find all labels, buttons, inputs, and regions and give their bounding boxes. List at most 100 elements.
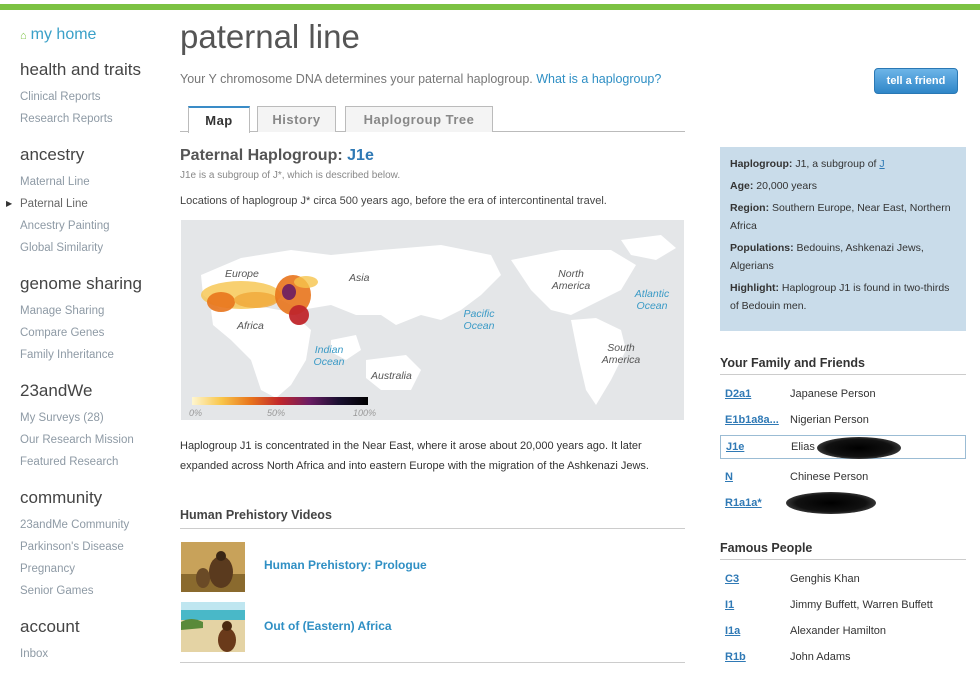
label-asia: Asia xyxy=(349,272,370,284)
page-title: paternal line xyxy=(180,18,360,55)
famous-row: I1a Alexander Hamilton xyxy=(720,620,966,644)
sidebar-section-health: health and traits Clinical Reports Resea… xyxy=(20,60,141,130)
family-row: N Chinese Person xyxy=(720,466,966,490)
famous-row: R1b John Adams xyxy=(720,646,966,670)
sidebar-section-23andwe: 23andWe My Surveys (28) Our Research Mis… xyxy=(20,381,134,473)
tell-a-friend-button[interactable]: tell a friend xyxy=(874,68,958,94)
tab-map[interactable]: Map xyxy=(188,106,250,133)
family-row: E1b1a8a... Nigerian Person xyxy=(720,409,966,433)
tab-bar: Map History Haplogroup Tree xyxy=(180,106,685,133)
sidebar-item-featured-research[interactable]: Featured Research xyxy=(20,451,134,473)
sidebar-item-ancestry-painting[interactable]: Ancestry Painting xyxy=(20,215,110,237)
label-indian: Indian Ocean xyxy=(313,344,345,368)
section-title: ancestry xyxy=(20,145,85,164)
sidebar-item-compare-genes[interactable]: Compare Genes xyxy=(20,322,142,344)
family-row: R1a1a* xyxy=(720,492,966,516)
haplogroup-link[interactable]: J1e xyxy=(726,441,744,453)
haplogroup-j-link[interactable]: J xyxy=(879,158,884,170)
info-age: Age: 20,000 years xyxy=(730,180,817,192)
sidebar-item-manage-sharing[interactable]: Manage Sharing xyxy=(20,300,142,322)
person-name: Elias xyxy=(791,441,815,453)
label-atlantic: Atlantic Ocean xyxy=(634,288,670,312)
sidebar-section-community: community 23andMe Community Parkinson's … xyxy=(20,488,129,602)
info-populations: Populations: Bedouins, Ashkenazi Jews, A… xyxy=(730,242,924,272)
famous-row: I1 Jimmy Buffett, Warren Buffett xyxy=(720,594,966,618)
haplogroup-link[interactable]: D2a1 xyxy=(725,388,751,400)
sidebar-item-family-inheritance[interactable]: Family Inheritance xyxy=(20,344,142,366)
haplogroup-link[interactable]: I1a xyxy=(725,625,740,637)
famous-row: C3 Genghis Khan xyxy=(720,568,966,592)
redaction-scribble xyxy=(786,492,876,514)
home-link[interactable]: ⌂ my home xyxy=(20,26,96,44)
haplogroup-link[interactable]: N xyxy=(725,471,733,483)
redaction-scribble xyxy=(817,437,901,459)
haplogroup-link[interactable]: E1b1a8a... xyxy=(725,414,779,426)
sidebar-item-my-surveys[interactable]: My Surveys (28) xyxy=(20,407,134,429)
sidebar-item-inbox[interactable]: Inbox xyxy=(20,643,80,665)
intro-text: Your Y chromosome DNA determines your pa… xyxy=(180,72,662,86)
tab-history[interactable]: History xyxy=(257,106,336,132)
haplogroup-heading: Paternal Haplogroup: J1e xyxy=(180,147,374,164)
sidebar-section-ancestry: ancestry Maternal Line Paternal Line Anc… xyxy=(6,145,110,259)
legend-mid: 50% xyxy=(267,408,286,418)
haplogroup-link[interactable]: R1b xyxy=(725,651,746,663)
legend-min: 0% xyxy=(189,408,203,418)
tab-haplogroup-tree[interactable]: Haplogroup Tree xyxy=(345,106,493,132)
sidebar-section-account: account Inbox xyxy=(20,617,80,665)
sidebar-item-community[interactable]: 23andMe Community xyxy=(20,514,129,536)
haplogroup-description: Haplogroup J1 is concentrated in the Nea… xyxy=(180,440,649,472)
haplogroup-link[interactable]: R1a1a* xyxy=(725,497,762,509)
video-link-out-of-africa[interactable]: Out of (Eastern) Africa xyxy=(264,619,392,633)
haplogroup-map[interactable]: Europe Asia Africa North America South A… xyxy=(181,220,684,420)
sidebar-item-pregnancy[interactable]: Pregnancy xyxy=(20,558,129,580)
section-title: account xyxy=(20,617,80,636)
section-title: health and traits xyxy=(20,60,141,79)
sidebar-item-global-similarity[interactable]: Global Similarity xyxy=(20,237,110,259)
person-name: Alexander Hamilton xyxy=(790,625,886,637)
what-is-haplogroup-link[interactable]: What is a haplogroup? xyxy=(536,72,661,86)
video-thumbnail-prologue[interactable] xyxy=(181,542,245,592)
haplogroup-link[interactable]: I1 xyxy=(725,599,734,611)
haplogroup-subtitle: J1e is a subgroup of J*, which is descri… xyxy=(180,170,401,181)
sidebar-item-senior-games[interactable]: Senior Games xyxy=(20,580,129,602)
label-australia: Australia xyxy=(371,370,412,382)
section-title: 23andWe xyxy=(20,381,93,400)
sidebar-section-genome-sharing: genome sharing Manage Sharing Compare Ge… xyxy=(20,274,142,366)
videos-heading: Human Prehistory Videos xyxy=(180,508,685,529)
frequency-legend-bar xyxy=(192,397,368,405)
section-title: genome sharing xyxy=(20,274,142,293)
person-name: Genghis Khan xyxy=(790,573,860,585)
label-africa: Africa xyxy=(237,320,264,332)
famous-people-heading: Famous People xyxy=(720,541,966,560)
family-row: D2a1 Japanese Person xyxy=(720,383,966,407)
sidebar-item-clinical-reports[interactable]: Clinical Reports xyxy=(20,86,141,108)
label-europe: Europe xyxy=(225,268,259,280)
family-row-highlighted: J1e Elias xyxy=(720,435,966,459)
person-name: Chinese Person xyxy=(790,471,869,483)
info-haplogroup: Haplogroup: J1, a subgroup of J xyxy=(730,158,885,170)
sidebar-item-research-mission[interactable]: Our Research Mission xyxy=(20,429,134,451)
video-thumbnail-africa[interactable] xyxy=(181,602,245,652)
legend-max: 100% xyxy=(353,408,377,418)
top-accent-bar xyxy=(0,0,980,10)
sidebar-item-maternal-line[interactable]: Maternal Line xyxy=(20,171,110,193)
person-name: John Adams xyxy=(790,651,851,663)
info-highlight: Highlight: Haplogroup J1 is found in two… xyxy=(730,282,950,312)
map-caption: Locations of haplogroup J* circa 500 yea… xyxy=(180,195,607,207)
video-link-prologue[interactable]: Human Prehistory: Prologue xyxy=(264,558,427,572)
label-north-america: North America xyxy=(551,268,591,292)
info-region: Region: Southern Europe, Near East, Nort… xyxy=(730,202,951,232)
label-south-america: South America xyxy=(601,342,641,366)
person-name: Nigerian Person xyxy=(790,414,869,426)
home-icon: ⌂ xyxy=(20,30,27,42)
sidebar-item-paternal-line[interactable]: Paternal Line xyxy=(6,193,110,215)
divider xyxy=(180,662,685,663)
family-friends-heading: Your Family and Friends xyxy=(720,356,966,375)
person-name: Jimmy Buffett, Warren Buffett xyxy=(790,599,933,611)
haplogroup-link[interactable]: C3 xyxy=(725,573,739,585)
label-pacific: Pacific Ocean xyxy=(463,308,495,332)
section-title: community xyxy=(20,488,103,507)
sidebar-item-parkinsons[interactable]: Parkinson's Disease xyxy=(20,536,129,558)
haplogroup-info-box: Haplogroup: J1, a subgroup of J Age: 20,… xyxy=(720,147,966,331)
sidebar-item-research-reports[interactable]: Research Reports xyxy=(20,108,141,130)
